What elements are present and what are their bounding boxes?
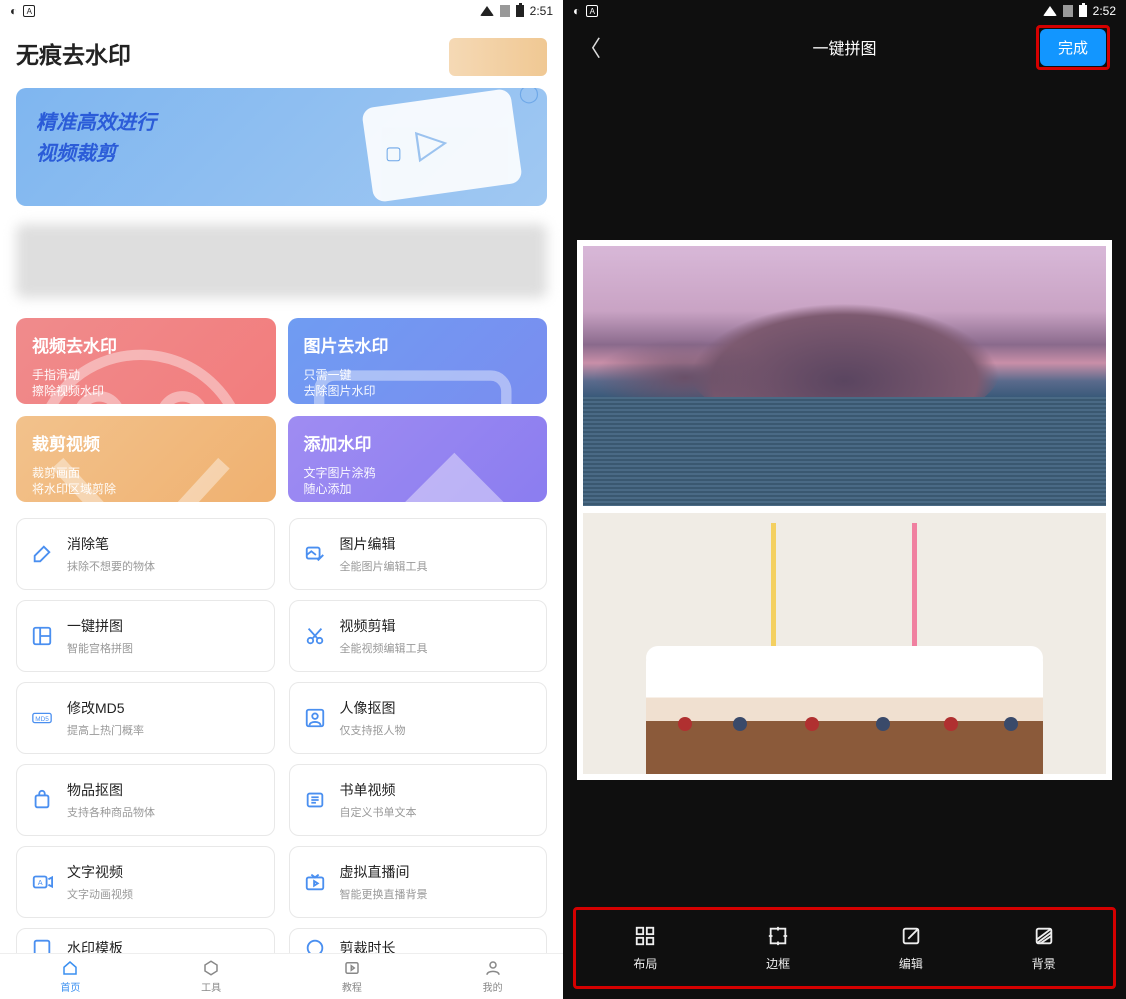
sub-banner[interactable] xyxy=(16,224,547,298)
item-title: 修改MD5 xyxy=(67,698,144,718)
sim-icon xyxy=(1063,5,1073,17)
item-sub: 全能视频编辑工具 xyxy=(340,640,428,656)
vip-button[interactable] xyxy=(449,38,547,76)
nav-me[interactable]: 我的 xyxy=(422,954,563,999)
item-md5[interactable]: MD5 修改MD5 提高上热门概率 xyxy=(16,682,275,754)
wifi-icon xyxy=(1043,6,1057,16)
card-add-watermark[interactable]: 添加水印 文字图片涂鸦 随心添加 xyxy=(288,416,548,502)
item-title: 书单视频 xyxy=(340,780,417,800)
collage-icon xyxy=(31,625,53,647)
tool-label: 背景 xyxy=(1032,955,1056,972)
item-sub: 智能更换直播背景 xyxy=(340,886,428,902)
sim-icon xyxy=(500,5,510,17)
item-portrait-cutout[interactable]: 人像抠图仅支持抠人物 xyxy=(289,682,548,754)
camera-icon: ◐ xyxy=(10,4,17,18)
promo-banner[interactable]: ◯ ▢ 精准高效进行 视频裁剪 xyxy=(16,88,547,206)
done-button[interactable]: 完成 xyxy=(1040,29,1106,66)
tv-icon xyxy=(304,871,326,893)
item-title: 物品抠图 xyxy=(67,780,155,800)
card-video-watermark[interactable]: 视频去水印 手指滑动 擦除视频水印 xyxy=(16,318,276,404)
nav-home[interactable]: 首页 xyxy=(0,954,141,999)
item-title: 一键拼图 xyxy=(67,616,133,636)
nav-label: 首页 xyxy=(60,979,80,994)
item-title: 消除笔 xyxy=(67,534,155,554)
status-time: 2:51 xyxy=(530,4,553,18)
svg-text:MD5: MD5 xyxy=(35,716,49,723)
image-edit-icon xyxy=(304,543,326,565)
collage-image-2[interactable] xyxy=(583,513,1106,774)
booklist-icon xyxy=(304,789,326,811)
nav-tutorials[interactable]: 教程 xyxy=(282,954,423,999)
item-booklist-video[interactable]: 书单视频自定义书单文本 xyxy=(289,764,548,836)
person-icon xyxy=(304,707,326,729)
tool-label: 编辑 xyxy=(899,955,923,972)
bottom-nav: 首页 工具 教程 我的 xyxy=(0,953,563,999)
scissors-icon xyxy=(304,625,326,647)
md5-icon: MD5 xyxy=(31,707,53,729)
tool-border[interactable]: 边框 xyxy=(712,913,845,983)
text-video-icon: A xyxy=(31,871,53,893)
item-sub: 智能宫格拼图 xyxy=(67,640,133,656)
item-video-edit[interactable]: 视频剪辑全能视频编辑工具 xyxy=(289,600,548,672)
card-sub: 只需一键 去除图片水印 xyxy=(304,367,532,399)
nav-label: 工具 xyxy=(201,979,221,994)
item-title: 虚拟直播间 xyxy=(340,862,428,882)
item-collage[interactable]: 一键拼图智能宫格拼图 xyxy=(16,600,275,672)
tool-label: 边框 xyxy=(766,955,790,972)
card-sub: 手指滑动 擦除视频水印 xyxy=(32,367,260,399)
status-bar: ◐ A 2:51 xyxy=(0,0,563,22)
item-object-cutout[interactable]: 物品抠图支持各种商品物体 xyxy=(16,764,275,836)
item-virtual-studio[interactable]: 虚拟直播间智能更换直播背景 xyxy=(289,846,548,918)
item-sub: 自定义书单文本 xyxy=(340,804,417,820)
item-sub: 全能图片编辑工具 xyxy=(340,558,428,574)
item-text-video[interactable]: A 文字视频文字动画视频 xyxy=(16,846,275,918)
wifi-icon xyxy=(480,6,494,16)
app-indicator-icon: A xyxy=(23,5,35,17)
nav-label: 教程 xyxy=(342,979,362,994)
item-image-edit[interactable]: 图片编辑全能图片编辑工具 xyxy=(289,518,548,590)
tool-label: 布局 xyxy=(633,955,657,972)
eraser-icon xyxy=(31,543,53,565)
tool-edit[interactable]: 编辑 xyxy=(845,913,978,983)
item-sub: 文字动画视频 xyxy=(67,886,133,902)
nav-label: 我的 xyxy=(483,979,503,994)
bag-icon xyxy=(31,789,53,811)
battery-icon xyxy=(1079,5,1087,17)
item-title: 图片编辑 xyxy=(340,534,428,554)
card-sub: 文字图片涂鸦 随心添加 xyxy=(304,465,532,497)
tool-layout[interactable]: 布局 xyxy=(579,913,712,983)
collage-canvas[interactable] xyxy=(577,240,1112,780)
item-sub: 抹除不想要的物体 xyxy=(67,558,155,574)
collage-image-1[interactable] xyxy=(583,246,1106,507)
card-sub: 裁剪画面 将水印区域剪除 xyxy=(32,465,260,497)
item-eraser[interactable]: 消除笔抹除不想要的物体 xyxy=(16,518,275,590)
camera-icon: ◐ xyxy=(573,4,580,18)
item-sub: 支持各种商品物体 xyxy=(67,804,155,820)
item-title: 人像抠图 xyxy=(340,698,406,718)
nav-tools[interactable]: 工具 xyxy=(141,954,282,999)
item-sub: 提高上热门概率 xyxy=(67,722,144,738)
item-title: 文字视频 xyxy=(67,862,133,882)
tool-background[interactable]: 背景 xyxy=(977,913,1110,983)
svg-text:A: A xyxy=(38,878,43,887)
item-title: 视频剪辑 xyxy=(340,616,428,636)
card-crop-video[interactable]: 裁剪视频 裁剪画面 将水印区域剪除 xyxy=(16,416,276,502)
app-indicator-icon: A xyxy=(586,5,598,17)
status-bar: ◐ A 2:52 xyxy=(563,0,1126,22)
item-sub: 仅支持抠人物 xyxy=(340,722,406,738)
battery-icon xyxy=(516,5,524,17)
edit-toolbar: 布局 边框 编辑 背景 xyxy=(573,907,1116,989)
card-image-watermark[interactable]: 图片去水印 只需一键 去除图片水印 xyxy=(288,318,548,404)
status-time: 2:52 xyxy=(1093,4,1116,18)
